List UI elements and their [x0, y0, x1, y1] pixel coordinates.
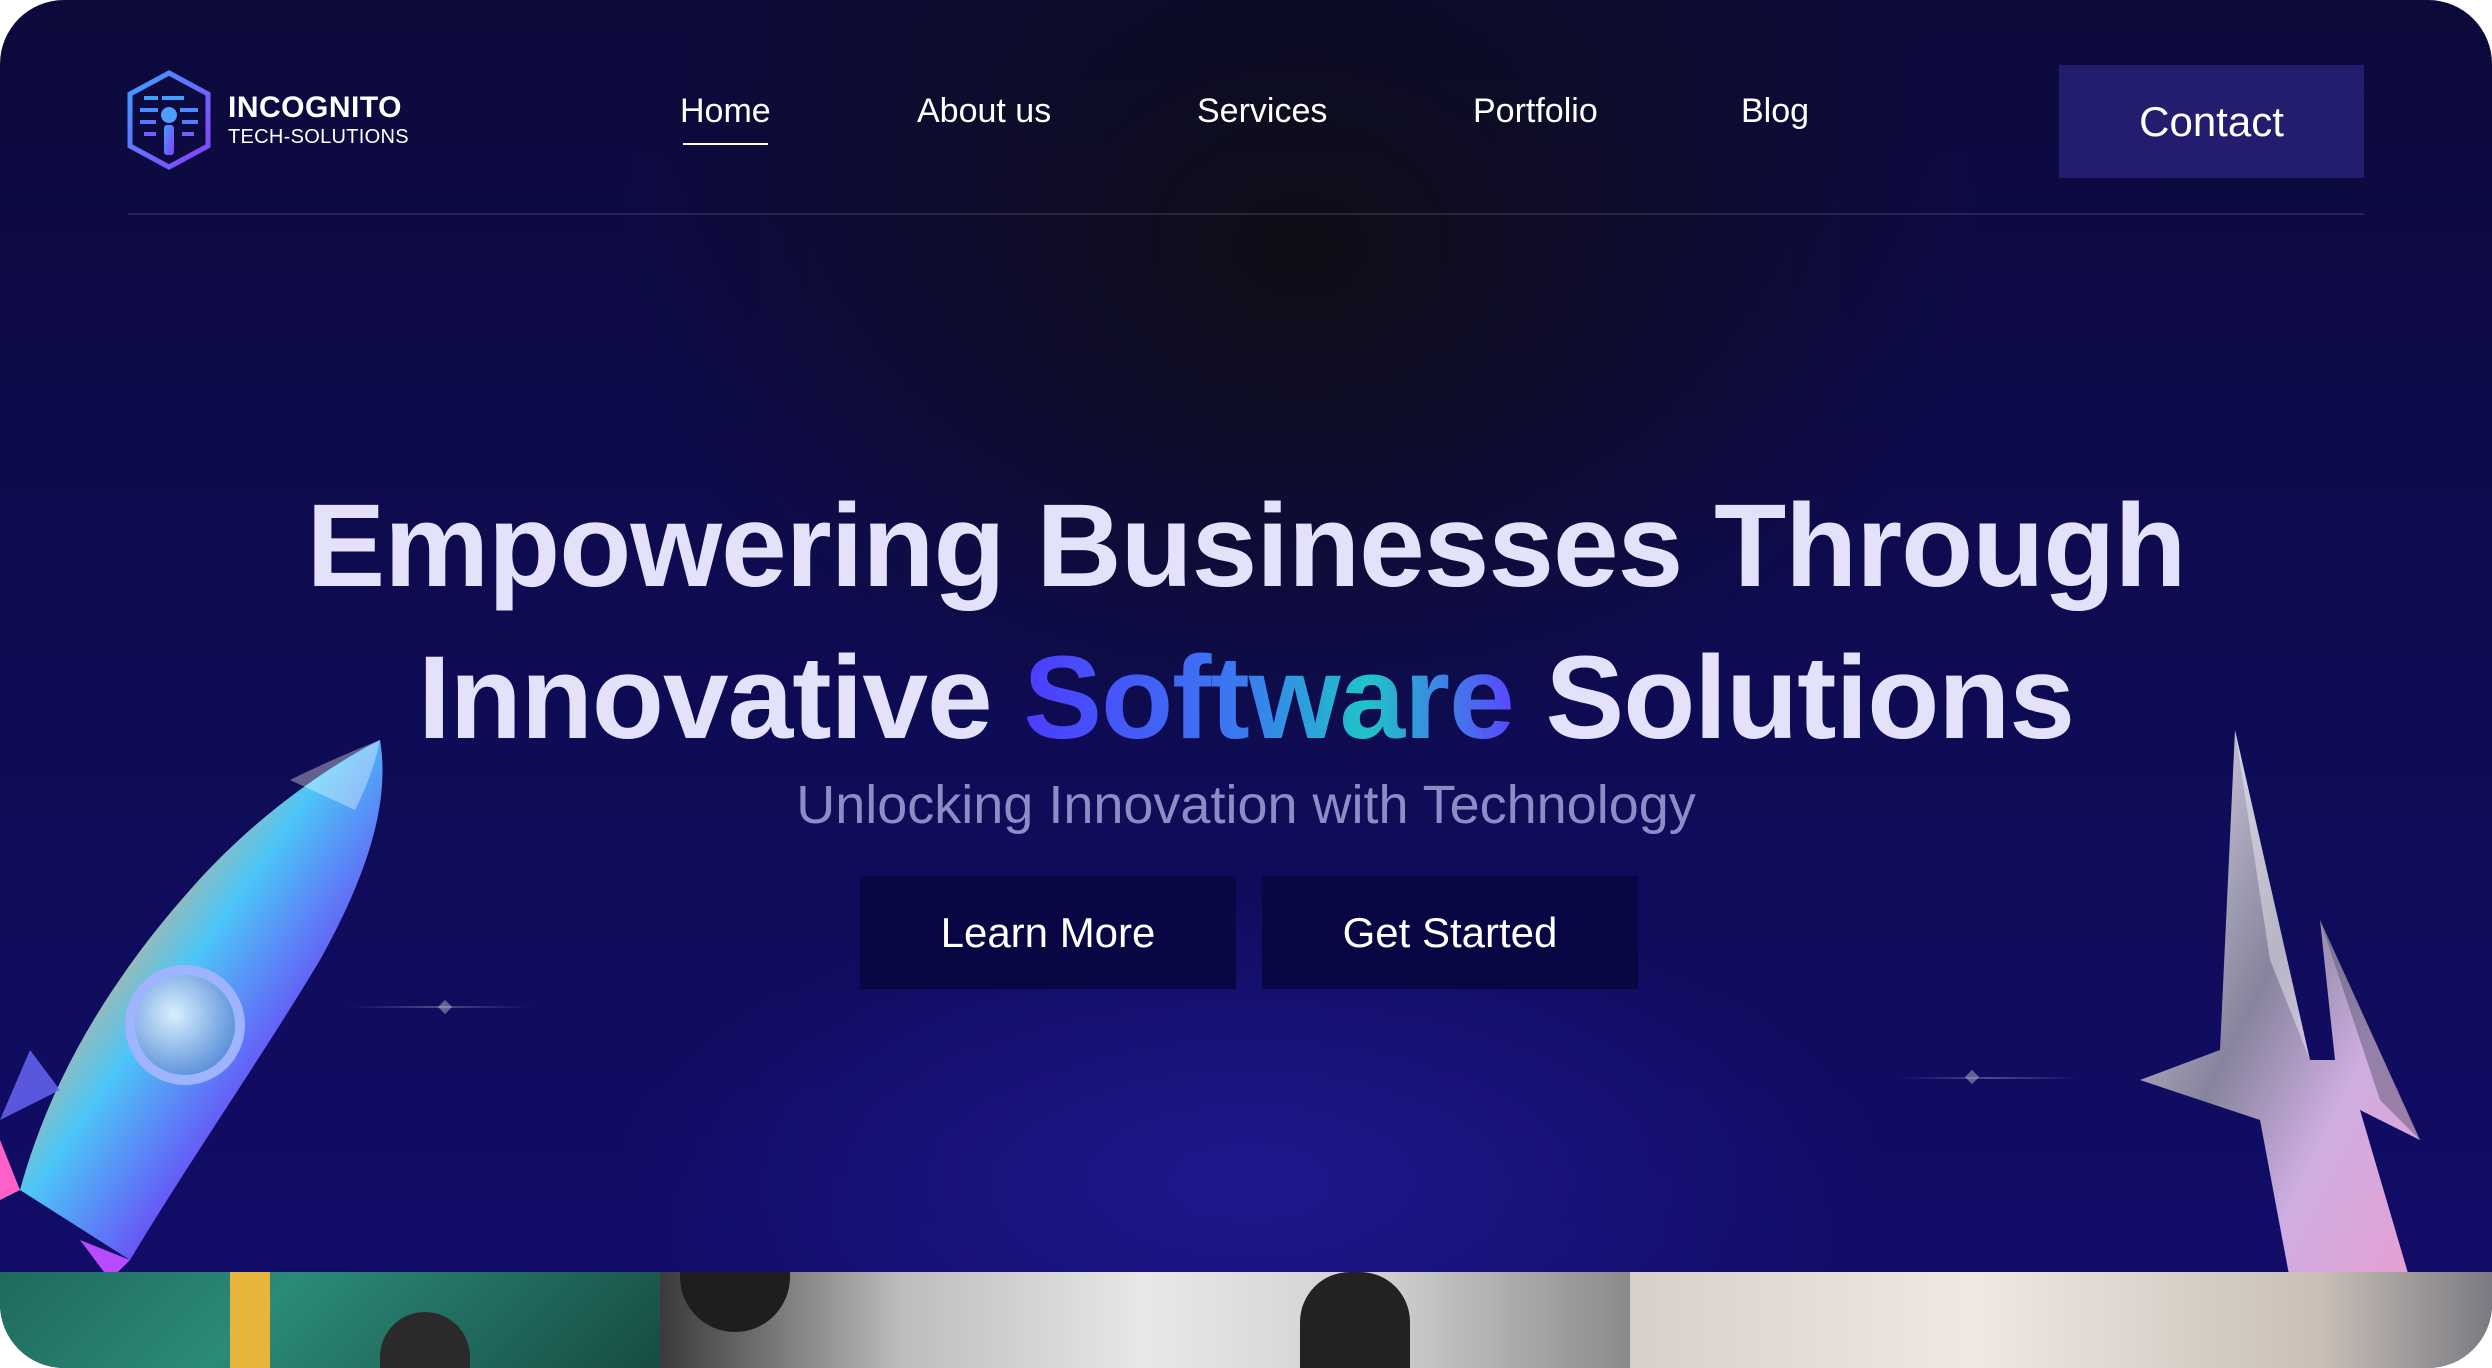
- sparkle-dot-right: [1964, 1069, 1980, 1085]
- contact-button[interactable]: Contact: [2059, 65, 2364, 178]
- nav-item-portfolio[interactable]: Portfolio: [1473, 92, 1598, 131]
- get-started-button[interactable]: Get Started: [1262, 876, 1638, 989]
- page-frame: INCOGNITO TECH-SOLUTIONS Home About us S…: [0, 0, 2492, 1368]
- team-photo-3: [1630, 1272, 2492, 1368]
- hero-title-accent: Software: [1023, 632, 1514, 764]
- sparkle-line-right: [1900, 1077, 2080, 1079]
- hero-title-line1: Empowering Businesses Through: [306, 480, 2187, 612]
- rocket-illustration: [0, 740, 383, 1280]
- nav-divider: [128, 213, 2364, 215]
- hero-title-line2-start: Innovative: [417, 632, 1024, 764]
- hero-title-line2-end: Solutions: [1513, 632, 2076, 764]
- nav-item-about-us[interactable]: About us: [917, 92, 1051, 131]
- sparkle-dot-left: [437, 999, 453, 1015]
- learn-more-button[interactable]: Learn More: [860, 876, 1236, 989]
- team-photo-1: [0, 1272, 660, 1368]
- team-photo-2: [660, 1272, 1630, 1368]
- nav-item-home[interactable]: Home: [680, 92, 771, 145]
- lightning-bolt-illustration: [2140, 730, 2420, 1280]
- photo-strip: [0, 1272, 2492, 1368]
- nav-item-blog[interactable]: Blog: [1741, 92, 1809, 131]
- nav-item-services[interactable]: Services: [1197, 92, 1327, 131]
